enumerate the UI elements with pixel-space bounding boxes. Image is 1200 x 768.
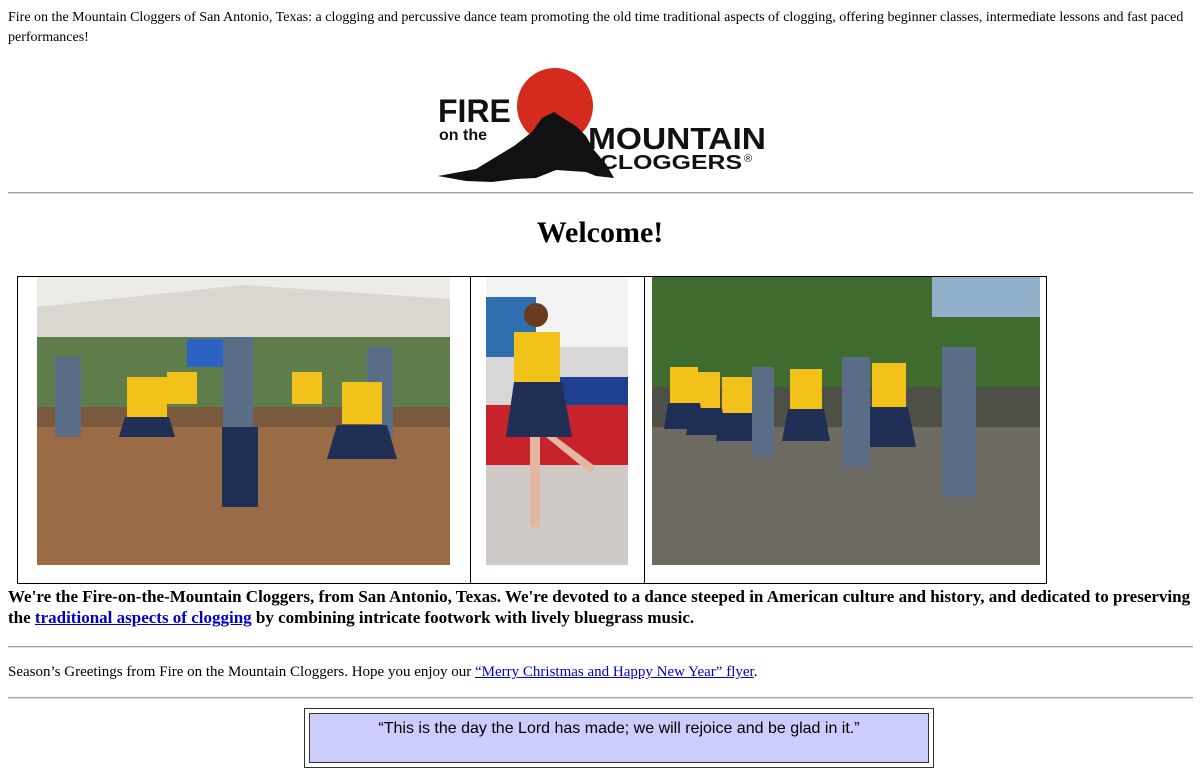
scripture-quote-inner: “This is the day the Lord has made; we w… bbox=[309, 713, 929, 763]
logo-on-the-text: on the bbox=[439, 127, 487, 144]
group-outdoor-performance-photo bbox=[652, 277, 1040, 565]
traditional-aspects-link[interactable]: traditional aspects of clogging bbox=[35, 608, 252, 627]
registered-mark: ® bbox=[744, 153, 752, 165]
solo-dancer-photo bbox=[486, 277, 628, 565]
logo-mountain-text: MOUNTAIN bbox=[588, 121, 766, 156]
page-title: Welcome! bbox=[536, 216, 664, 249]
christmas-flyer-link[interactable]: “Merry Christmas and Happy New Year” fly… bbox=[475, 664, 754, 680]
about-text: We're the Fire-on-the-Mountain Cloggers,… bbox=[8, 586, 1193, 628]
greeting-text-start: Season’s Greetings from Fire on the Moun… bbox=[8, 664, 476, 680]
dancers-under-tent-photo bbox=[37, 277, 450, 565]
site-intro-text: Fire on the Mountain Cloggers of San Ant… bbox=[8, 10, 1184, 45]
about-text-end: by combining intricate footwork with liv… bbox=[251, 608, 695, 627]
photo-gallery bbox=[17, 276, 1047, 584]
scripture-quote-text: “This is the day the Lord has made; we w… bbox=[378, 720, 860, 737]
seasons-greeting-text: Season’s Greetings from Fire on the Moun… bbox=[8, 662, 1188, 682]
logo-fire-text: FIRE bbox=[438, 93, 511, 129]
logo-cloggers-text: CLOGGERS bbox=[600, 152, 742, 174]
greeting-text-end: . bbox=[753, 664, 758, 680]
scripture-quote-box: “This is the day the Lord has made; we w… bbox=[304, 708, 934, 768]
gallery-cell bbox=[18, 277, 471, 583]
fire-on-the-mountain-logo-graphic: FIRE on the MOUNTAIN CLOGGERS ® bbox=[438, 68, 766, 182]
divider bbox=[8, 192, 1193, 194]
site-logo: FIRE on the MOUNTAIN CLOGGERS ® bbox=[436, 66, 768, 186]
divider bbox=[8, 697, 1193, 699]
gallery-cell bbox=[471, 277, 645, 583]
gallery-cell bbox=[645, 277, 1046, 583]
divider bbox=[8, 646, 1193, 648]
